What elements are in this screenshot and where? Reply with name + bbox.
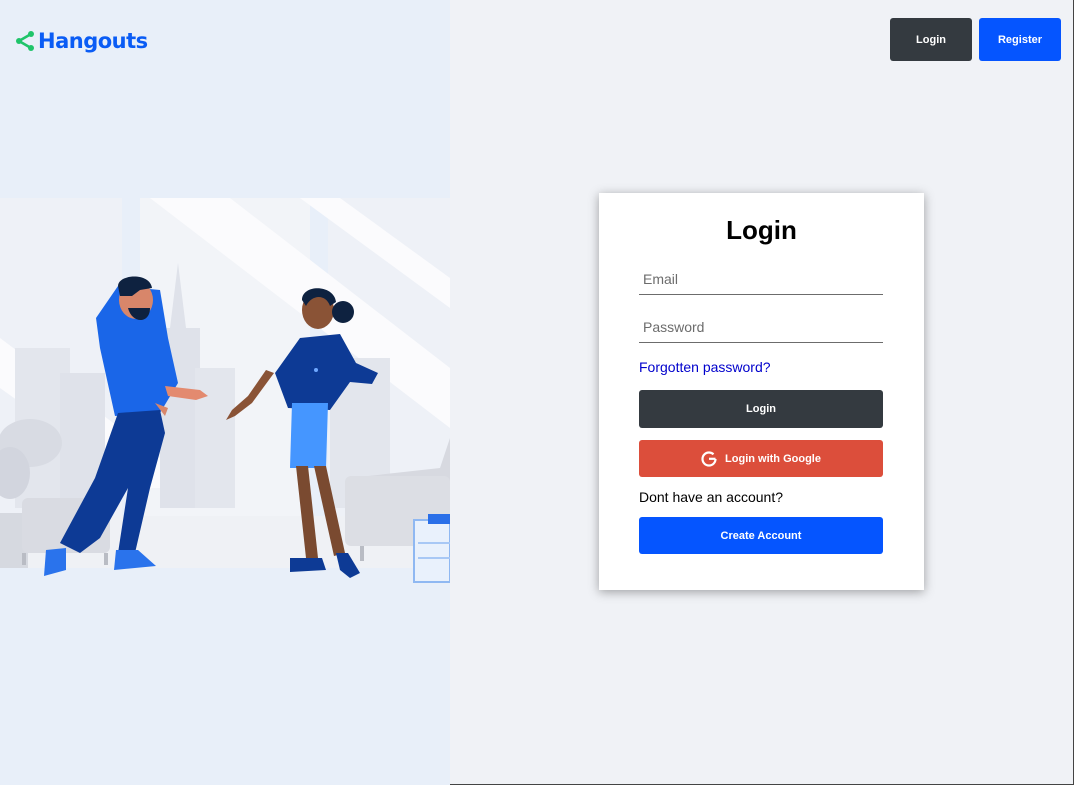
google-login-button[interactable]: Login with Google [639, 440, 883, 477]
email-field[interactable] [639, 263, 883, 295]
brand-logo[interactable]: Hangouts [14, 26, 148, 56]
create-account-button[interactable]: Create Account [639, 517, 883, 554]
login-button[interactable]: Login [639, 390, 883, 428]
google-button-label: Login with Google [725, 452, 821, 465]
login-button-label: Login [746, 403, 776, 415]
google-icon [701, 450, 717, 467]
create-account-label: Create Account [720, 529, 802, 542]
login-card: Login Forgotten password? Login Login wi… [599, 193, 924, 590]
people-meeting-illustration [0, 198, 450, 584]
password-field[interactable] [639, 311, 883, 343]
forgot-password-link[interactable]: Forgotten password? [639, 359, 771, 375]
brand-name: Hangouts [38, 29, 148, 53]
left-panel: Hangouts [0, 0, 450, 785]
header-register-button[interactable]: Register [979, 18, 1061, 61]
header-login-button[interactable]: Login [890, 18, 972, 61]
no-account-text: Dont have an account? [639, 489, 783, 505]
login-title: Login [726, 215, 797, 245]
share-icon [16, 31, 34, 51]
